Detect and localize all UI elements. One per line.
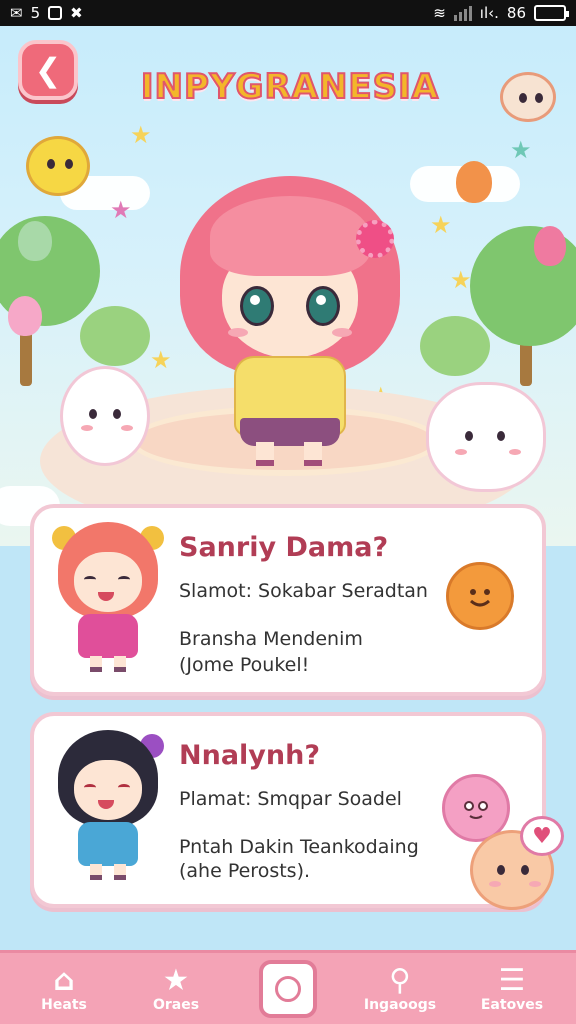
- bush: [80, 306, 150, 366]
- yellow-creature: [26, 136, 90, 196]
- nav-home[interactable]: ⌂ Heats: [14, 954, 114, 1024]
- nav-label: Heats: [41, 996, 87, 1013]
- card-title: Nnalynh?: [179, 740, 320, 771]
- card-line: Pntah Dakin Teankodaing: [179, 836, 419, 858]
- balloon: [534, 226, 566, 266]
- back-button[interactable]: ❮: [18, 40, 78, 100]
- balloon: [456, 161, 492, 203]
- card-line: Bransha Mendenim: [179, 628, 363, 650]
- card-title: Sanriy Dama?: [179, 532, 389, 563]
- status-number: 5: [30, 4, 41, 22]
- smiley-face-icon: [446, 562, 514, 630]
- nav-label: Ingaoogs: [363, 996, 437, 1013]
- main-character: [170, 156, 410, 466]
- balloon: [18, 221, 52, 261]
- star-icon: ★: [110, 196, 132, 224]
- character-card[interactable]: Sanriy Dama? Slamot: Sokabar Seradtan Br…: [30, 504, 546, 696]
- star-icon: ★: [510, 136, 532, 164]
- arrow-left-icon: ❮: [34, 51, 62, 89]
- nav-camera[interactable]: [238, 954, 338, 1024]
- card-line: Plamat: Smqpar Soadel: [179, 788, 402, 810]
- nav-search[interactable]: ⚲ Ingaoogs: [350, 954, 450, 1024]
- battery-icon: [534, 5, 569, 21]
- avatar: [48, 730, 168, 890]
- nav-star[interactable]: ★ Oraes: [126, 954, 226, 1024]
- card-line: (Jome Poukel!: [179, 654, 310, 676]
- star-icon: ★: [162, 962, 190, 998]
- fox-creature: [500, 72, 556, 122]
- flower-icon: [356, 220, 394, 258]
- star-icon: ★: [450, 266, 472, 294]
- star-icon: ★: [130, 121, 152, 149]
- bottom-nav: ⌂ Heats ★ Oraes ⚲ Ingaoogs ☰ Eatoves: [0, 950, 576, 1024]
- home-icon: ⌂: [53, 962, 75, 998]
- nav-menu[interactable]: ☰ Eatoves: [462, 954, 562, 1024]
- cat-creature: [426, 382, 546, 492]
- menu-icon: ☰: [498, 962, 526, 998]
- heart-bubble-icon: ♥: [520, 816, 564, 856]
- wifi-icon: ≋: [433, 4, 446, 22]
- network-text: ıl‹.: [479, 4, 499, 22]
- signal-icon: [453, 5, 472, 21]
- notification-icon: ✉: [10, 4, 23, 22]
- status-bar: ✉ 5 ✖ ≋ ıl‹. 86: [0, 0, 576, 26]
- avatar: [48, 522, 168, 682]
- star-icon: ★: [150, 346, 172, 374]
- character-card[interactable]: Nnalynh? Plamat: Smqpar Soadel Pntah Dak…: [30, 712, 546, 908]
- nav-label: Oraes: [152, 996, 200, 1013]
- camera-icon: [259, 959, 317, 1018]
- sim-icon: [48, 6, 63, 20]
- search-icon: ⚲: [389, 962, 411, 998]
- nav-label: Eatoves: [480, 996, 544, 1013]
- pink-creature: [60, 366, 150, 466]
- page-title: INPYGRANESIA: [140, 66, 440, 108]
- mail-icon: ✖: [70, 4, 83, 22]
- battery-percent: 86: [506, 4, 526, 22]
- card-line: (ahe Perosts).: [179, 860, 311, 882]
- balloon: [8, 296, 42, 336]
- star-icon: ★: [430, 211, 452, 239]
- bush: [420, 316, 490, 376]
- card-line: Slamot: Sokabar Seradtan: [179, 580, 428, 602]
